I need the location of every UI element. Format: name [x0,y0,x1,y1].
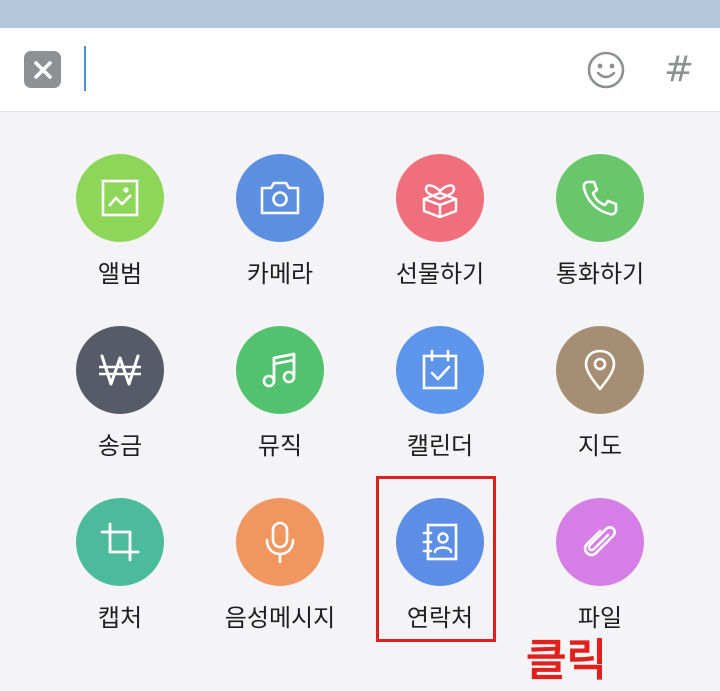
file-circle [556,498,644,586]
camera-circle [236,154,324,242]
menu-item-file[interactable]: 파일 [520,498,680,648]
menu-item-label: 캘린더 [406,432,474,460]
crop-icon [100,522,140,562]
close-button[interactable] [24,51,61,88]
menu-item-label: 선물하기 [395,260,485,288]
paperclip-icon [583,526,616,557]
menu-item-call[interactable]: 통화하기 [520,154,680,304]
menu-item-calendar[interactable]: 캘린더 [360,326,520,476]
call-circle [556,154,644,242]
message-input-bar: # [0,28,720,112]
menu-item-capture[interactable]: 캡처 [40,498,200,648]
menu-item-music[interactable]: 뮤직 [200,326,360,476]
gift-icon [422,184,458,219]
picture-icon [101,179,139,217]
phone-icon [582,180,618,216]
album-circle [76,154,164,242]
status-bar [0,0,720,28]
menu-item-label: 통화하기 [555,260,645,288]
calendar-circle [396,326,484,414]
menu-item-camera[interactable]: 카메라 [200,154,360,304]
location-pin-icon [584,349,616,391]
hashtag-button[interactable]: # [659,48,699,92]
gift-circle [396,154,484,242]
menu-item-label: 송금 [97,432,143,460]
calendar-icon [422,349,458,390]
click-annotation: 클릭 [526,635,607,686]
microphone-icon [265,521,295,564]
menu-item-label: 파일 [577,604,623,632]
menu-item-voice-message[interactable]: 음성메시지 [200,498,360,648]
won-icon [99,354,141,386]
voice-circle [236,498,324,586]
close-icon [33,60,52,79]
music-note-icon [262,352,296,388]
menu-item-label: 뮤직 [257,432,303,460]
music-circle [236,326,324,414]
menu-item-label: 캡처 [97,604,143,632]
text-cursor[interactable] [84,46,86,91]
menu-item-label: 음성메시지 [224,604,336,632]
money-circle [76,326,164,414]
menu-item-label: 지도 [577,432,623,460]
menu-item-album[interactable]: 앨범 [40,154,200,304]
attachment-menu-grid: 앨범 카메라 선물하기 통화하기 송금 뮤직 캘린더 지도 캡처 음성메시지 연… [0,112,720,691]
menu-item-gift[interactable]: 선물하기 [360,154,520,304]
highlight-box [376,476,496,642]
menu-item-map[interactable]: 지도 [520,326,680,476]
menu-item-money[interactable]: 송금 [40,326,200,476]
menu-item-label: 카메라 [246,260,314,288]
map-circle [556,326,644,414]
capture-circle [76,498,164,586]
smiley-icon [587,51,625,89]
menu-item-label: 앨범 [97,260,143,288]
emoji-button[interactable] [586,50,626,90]
camera-icon [260,181,300,215]
